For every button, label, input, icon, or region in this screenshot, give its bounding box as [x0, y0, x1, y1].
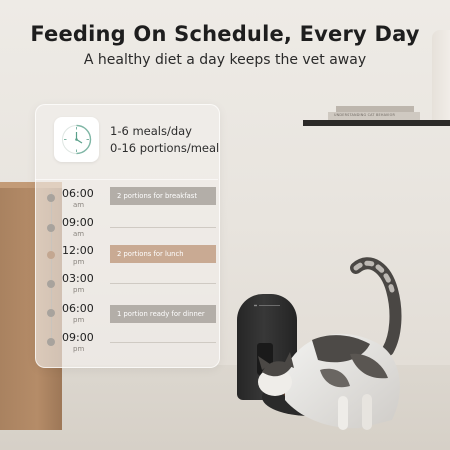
timeline-dot — [47, 309, 55, 317]
page-subtitle: A healthy diet a day keeps the vet away — [83, 52, 367, 68]
clock-icon-tile — [54, 117, 99, 162]
timeline-dot — [47, 194, 55, 202]
timeline-dot-active — [47, 251, 55, 259]
timeline-dot — [47, 338, 55, 346]
timeline-dot — [47, 224, 55, 232]
portions-per-meal-text: 0-16 portions/meal — [110, 141, 220, 155]
period-label: pm — [73, 316, 85, 324]
page-title: Feeding On Schedule, Every Day — [30, 22, 420, 46]
schedule-empty-slot — [110, 283, 216, 284]
schedule-empty-slot — [110, 342, 216, 343]
time-label: 09:00 — [62, 331, 94, 344]
schedule-chip-lunch: 2 portions for lunch — [110, 245, 216, 263]
clock-icon — [62, 124, 92, 155]
time-label: 12:00 — [62, 244, 94, 257]
period-label: pm — [73, 258, 85, 266]
panel-divider — [35, 179, 218, 180]
timeline-dot — [47, 280, 55, 288]
period-label: am — [73, 230, 85, 238]
schedule-empty-slot — [110, 227, 216, 228]
time-label: 09:00 — [62, 216, 94, 229]
period-label: pm — [73, 345, 85, 353]
period-label: am — [73, 201, 85, 209]
time-label: 03:00 — [62, 272, 94, 285]
schedule-chip-dinner: 1 portion ready for dinner — [110, 305, 216, 323]
time-label: 06:00 — [62, 302, 94, 315]
period-label: pm — [73, 286, 85, 294]
time-label: 06:00 — [62, 187, 94, 200]
meals-per-day-text: 1-6 meals/day — [110, 124, 192, 138]
schedule-chip-breakfast: 2 portions for breakfast — [110, 187, 216, 205]
timeline-axis — [51, 192, 52, 342]
